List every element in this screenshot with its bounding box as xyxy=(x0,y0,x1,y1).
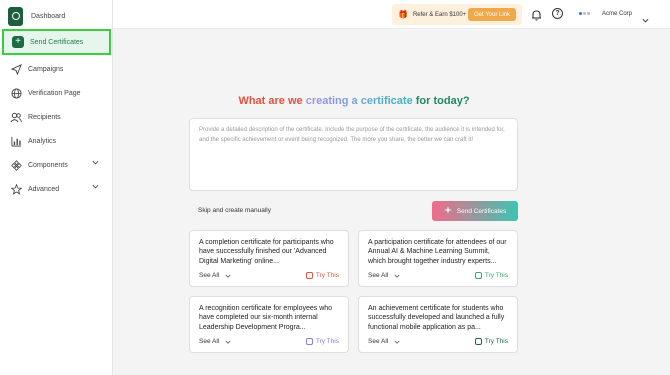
dashboard-label: Dashboard xyxy=(31,12,66,20)
sidebar-item-components[interactable]: Components xyxy=(2,152,111,178)
star-icon xyxy=(10,183,22,195)
chevron-down-icon[interactable] xyxy=(642,10,649,28)
try-icon xyxy=(305,272,313,279)
chevron-down-icon xyxy=(394,274,400,278)
sidebar-item-analytics[interactable]: Analytics xyxy=(2,128,111,154)
suggestion-card[interactable]: A recognition certificate for employees … xyxy=(189,296,349,353)
try-this-button[interactable]: Try This xyxy=(305,272,339,279)
sparkle-icon xyxy=(443,206,452,216)
chevron-down-icon xyxy=(225,340,231,344)
card-text: A recognition certificate for employees … xyxy=(199,305,333,331)
skip-create-manually-link[interactable]: Skip and create manually xyxy=(198,207,271,214)
suggestion-card[interactable]: A completion certificate for participant… xyxy=(189,230,349,287)
see-all-link[interactable]: See All xyxy=(199,272,231,279)
sidebar-item-recipients[interactable]: Recipients xyxy=(2,104,111,130)
brand[interactable]: Dashboard xyxy=(8,5,65,27)
bell-icon[interactable] xyxy=(531,8,542,26)
try-this-button[interactable]: Try This xyxy=(305,338,339,345)
suggestion-card[interactable]: A participation certificate for attendee… xyxy=(358,230,518,287)
sidebar-item-advanced[interactable]: Advanced xyxy=(2,176,111,202)
card-text: An achievement certificate for students … xyxy=(368,305,505,331)
refer-banner[interactable]: 🎁 Refer & Earn $100+ Get Your Link xyxy=(392,4,522,25)
users-icon xyxy=(10,111,22,123)
gift-icon: 🎁 xyxy=(398,10,408,19)
sidebar-item-send-certificates[interactable]: + Send Certificates xyxy=(2,29,111,55)
account-name[interactable]: Acme Corp xyxy=(602,11,632,17)
card-text: A completion certificate for participant… xyxy=(199,239,334,265)
components-icon xyxy=(10,159,22,171)
see-all-link[interactable]: See All xyxy=(199,338,231,345)
chevron-down-icon xyxy=(394,340,400,344)
try-icon xyxy=(474,272,482,279)
send-certificates-label: Send Certificates xyxy=(456,207,507,215)
account-logo-icon xyxy=(579,12,590,15)
bar-chart-icon xyxy=(10,135,22,147)
chevron-down-icon xyxy=(92,160,99,167)
description-box xyxy=(189,118,518,191)
description-input[interactable] xyxy=(199,126,508,183)
sidebar-item-label: Recipients xyxy=(28,113,61,121)
chevron-down-icon xyxy=(92,184,99,191)
sidebar-item-label: Advanced xyxy=(28,185,60,193)
help-icon[interactable]: ? xyxy=(552,8,563,19)
send-icon xyxy=(10,63,22,75)
sidebar-item-label: Send Certificates xyxy=(30,38,84,46)
see-all-link[interactable]: See All xyxy=(368,272,400,279)
sidebar-item-label: Analytics xyxy=(28,137,57,145)
chevron-down-icon xyxy=(225,274,231,278)
sidebar-item-label: Verification Page xyxy=(28,89,81,97)
try-this-button[interactable]: Try This xyxy=(474,272,508,279)
get-link-button[interactable]: Get Your Link xyxy=(467,8,516,21)
globe-icon xyxy=(10,87,22,99)
sidebar: Dashboard + Send Certificates Campaigns … xyxy=(0,0,113,375)
try-icon xyxy=(305,338,313,345)
sidebar-item-campaigns[interactable]: Campaigns xyxy=(2,56,111,82)
refer-label: Refer & Earn $100+ xyxy=(412,11,467,18)
app-logo-icon xyxy=(8,6,23,26)
try-icon xyxy=(474,338,482,345)
sidebar-item-label: Components xyxy=(28,161,68,169)
page-title: What are we creating a certificate for t… xyxy=(238,95,470,107)
card-text: A participation certificate for attendee… xyxy=(368,239,507,265)
send-certificates-button[interactable]: Send Certificates xyxy=(432,201,518,221)
plus-icon: + xyxy=(12,36,24,48)
see-all-link[interactable]: See All xyxy=(368,338,400,345)
suggestion-card[interactable]: An achievement certificate for students … xyxy=(358,296,518,353)
sidebar-item-verification-page[interactable]: Verification Page xyxy=(2,80,111,106)
try-this-button[interactable]: Try This xyxy=(474,338,508,345)
sidebar-item-label: Campaigns xyxy=(28,65,64,73)
topbar: 🎁 Refer & Earn $100+ Get Your Link ? Acm… xyxy=(113,0,670,29)
